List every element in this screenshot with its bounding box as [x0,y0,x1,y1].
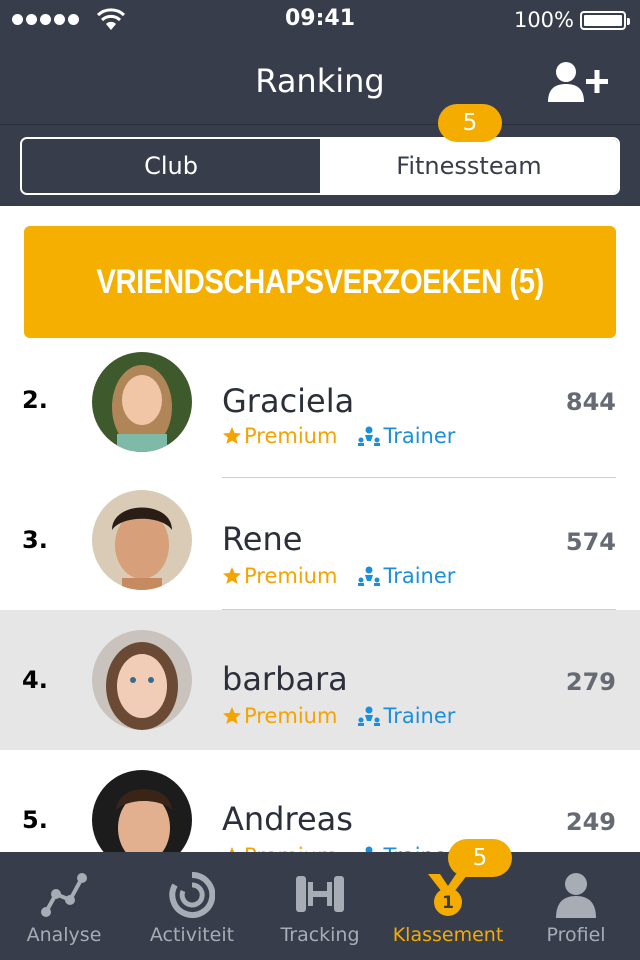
medal-icon: 1 [428,874,468,916]
klassement-badge: 5 [448,839,512,877]
dumbbell-icon [296,876,344,912]
tab-activiteit[interactable]: Activiteit [128,852,256,960]
avatar[interactable] [92,490,192,590]
star-icon [223,567,241,584]
battery-icon [580,11,630,30]
tab-label: Analyse [26,924,102,946]
premium-badge: Premium [222,564,337,588]
star-icon [223,707,241,724]
tab-profiel[interactable]: Profiel [512,852,640,960]
tab-label: Tracking [280,924,360,946]
analysis-icon [41,873,87,917]
tab-tracking[interactable]: Tracking [256,852,384,960]
status-bar: 09:41 100% [0,0,640,40]
header: 09:41 100% Ranking Club Fitnessteam 5 [0,0,640,206]
medal-number: 1 [442,893,454,913]
rank-number: 4. [22,666,48,694]
star-icon [223,427,241,444]
avatar[interactable] [92,352,192,452]
premium-badge: Premium [222,424,337,448]
tab-label: Profiel [546,924,606,946]
list-item[interactable]: 5. Andreas Premium Trainer 249 [0,750,640,852]
profile-icon [556,873,596,918]
ranking-list[interactable]: 2. Graciela Premium Trainer 844 3. Rene … [0,338,640,852]
page-title: Ranking [255,62,385,100]
friend-requests-button[interactable]: VRIENDSCHAPSVERZOEKEN (5) [24,226,616,338]
fitnessteam-badge: 5 [438,104,502,142]
header-divider [0,124,640,125]
premium-badge: Premium [222,844,337,852]
tab-fitnessteam[interactable]: Fitnessteam [320,139,618,193]
activity-icon [169,872,215,918]
premium-badge: Premium [222,704,337,728]
user-name: Andreas [222,800,353,838]
avatar[interactable] [92,630,192,730]
list-item-current-user[interactable]: 4. barbara Premium Trainer 279 [0,610,640,750]
rank-number: 2. [22,386,48,414]
user-name: Rene [222,520,303,558]
list-item[interactable]: 2. Graciela Premium Trainer 844 [0,338,640,478]
trainer-icon [358,426,381,446]
add-friend-button[interactable] [546,60,610,104]
trainer-badge: Trainer [357,424,455,448]
score: 249 [565,808,616,836]
rank-number: 5. [22,806,48,834]
tab-label: Activiteit [149,924,235,946]
user-name: Graciela [222,382,355,420]
battery-percent: 100% [513,8,574,32]
trainer-icon [358,706,381,726]
rank-number: 3. [22,526,48,554]
trainer-badge: Trainer [357,844,455,852]
avatar[interactable] [92,770,192,852]
score: 279 [565,668,616,696]
trainer-badge: Trainer [357,704,455,728]
trainer-icon [358,566,381,586]
user-name: barbara [222,660,348,698]
score: 574 [565,528,616,556]
tab-club[interactable]: Club [22,139,320,193]
score: 844 [565,388,616,416]
list-item[interactable]: 3. Rene Premium Trainer 574 [0,470,640,610]
segmented-control: Club Fitnessteam [20,137,620,195]
tab-label: Klassement [392,924,504,946]
tab-analyse[interactable]: Analyse [0,852,128,960]
tab-bar: Analyse Activiteit Tracking 1 Klassement [0,852,640,960]
friend-requests-label: VRIENDSCHAPSVERZOEKEN (5) [96,262,544,301]
trainer-badge: Trainer [357,564,455,588]
